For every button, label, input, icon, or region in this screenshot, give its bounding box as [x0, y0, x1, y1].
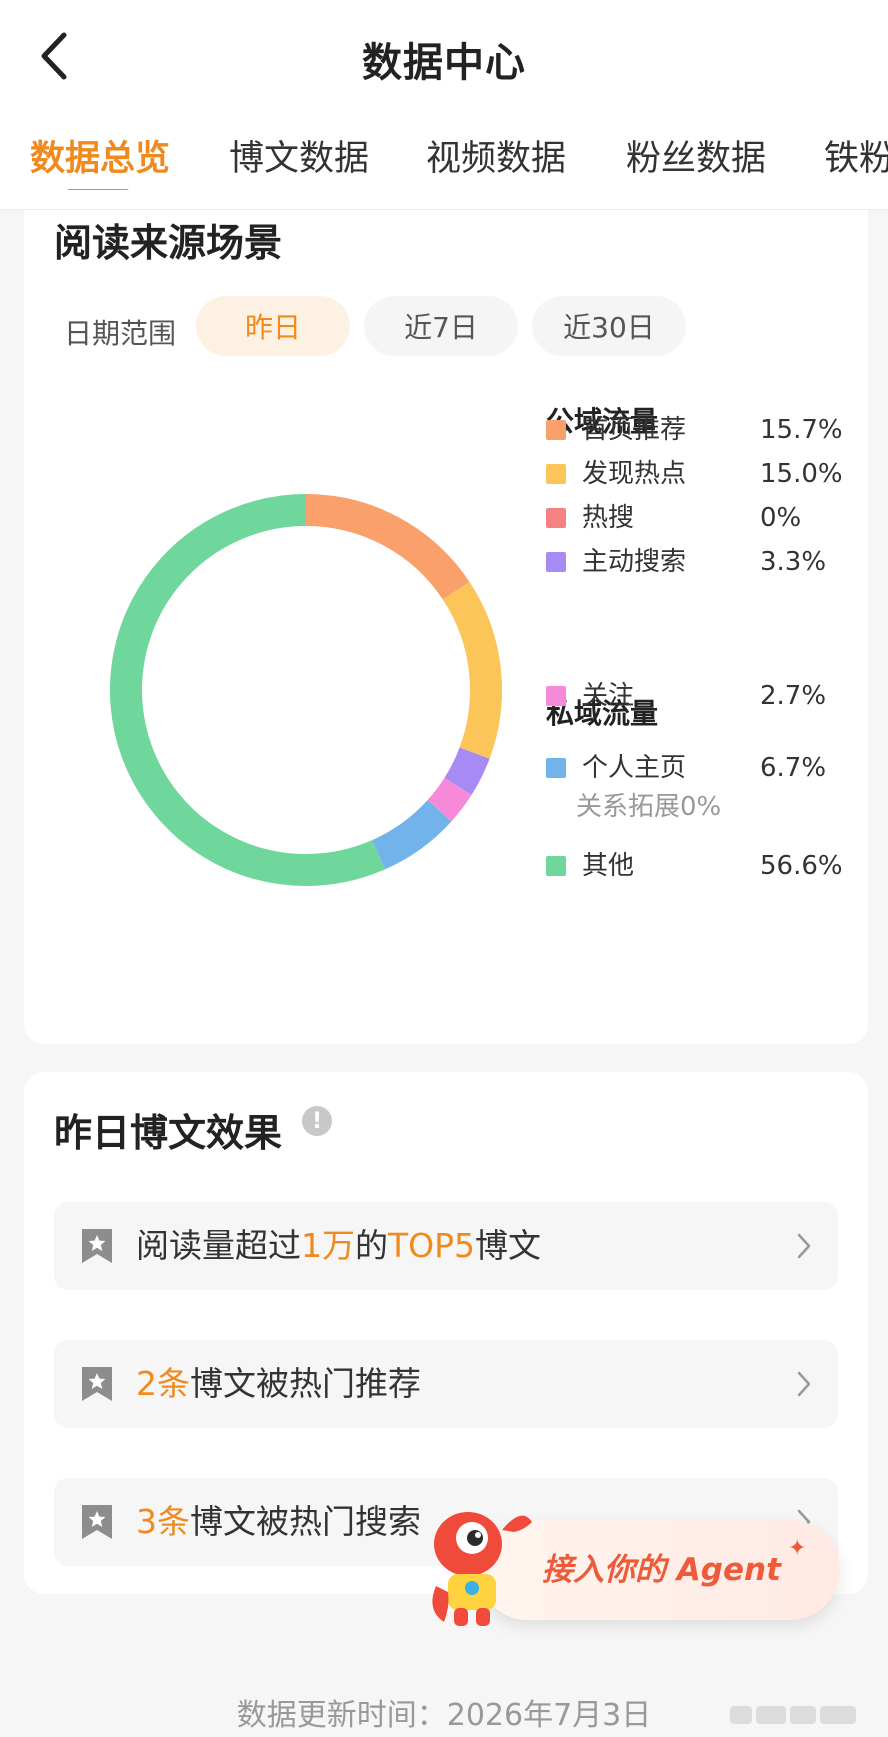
legend-item: 个人主页 6.7%	[546, 750, 846, 786]
tab-active-indicator	[66, 189, 130, 190]
tab-fan-data[interactable]: 粉丝数据	[626, 130, 766, 181]
chevron-right-icon	[797, 1371, 811, 1397]
post-row-text: 2条博文被热门推荐	[136, 1340, 421, 1428]
legend-item: 发现热点 15.0%	[546, 456, 846, 492]
legend-swatch	[546, 758, 566, 778]
bookmark-star-icon	[82, 1505, 112, 1539]
legend-item: 关注 2.7%	[546, 678, 846, 714]
chevron-right-icon	[797, 1233, 811, 1259]
tab-overview[interactable]: 数据总览	[30, 130, 170, 181]
legend-value: 15.7%	[760, 415, 843, 445]
post-row-hot-recommend[interactable]: 2条博文被热门推荐	[54, 1340, 838, 1428]
date-range-label: 日期范围	[64, 317, 177, 350]
highlight-text: 3条	[136, 1502, 190, 1541]
tab-bar: 数据总览 博文数据 视频数据 粉丝数据 铁粉	[0, 130, 888, 190]
row-text: 的	[355, 1226, 388, 1265]
donut-slice-4	[427, 777, 472, 822]
watermark	[730, 1702, 870, 1728]
date-option-yesterday[interactable]: 昨日	[196, 296, 350, 356]
bookmark-star-icon	[82, 1229, 112, 1263]
donut-slice-5	[371, 799, 452, 870]
legend-swatch	[546, 464, 566, 484]
legend-item: 主动搜索 3.3%	[546, 544, 846, 580]
legend-value: 2.7%	[760, 681, 827, 711]
legend-swatch	[546, 420, 566, 440]
info-icon[interactable]: !	[302, 1106, 332, 1136]
tab-post-data[interactable]: 博文数据	[229, 130, 369, 181]
lobster-mascot-icon	[432, 1512, 532, 1626]
date-option-7-days[interactable]: 近7日	[364, 296, 518, 356]
top-bar: 数据中心 数据总览 博文数据 视频数据 粉丝数据 铁粉	[0, 0, 888, 210]
legend-swatch	[546, 686, 566, 706]
donut-slice-3	[444, 747, 490, 796]
bookmark-star-icon	[82, 1367, 112, 1401]
sparkle-icon: ✦	[788, 1536, 807, 1561]
traffic-section-title: 阅读来源场景	[54, 221, 283, 265]
post-effect-title: 昨日博文效果	[54, 1111, 283, 1155]
row-text: 博文被热门推荐	[190, 1364, 421, 1403]
legend-label: 主动搜索	[582, 547, 687, 577]
tab-video-data[interactable]: 视频数据	[426, 130, 566, 181]
donut-slice-0	[305, 494, 470, 600]
legend-label: 关注	[582, 681, 635, 711]
donut-slice-6	[110, 494, 385, 886]
row-text: 阅读量超过	[136, 1226, 301, 1265]
highlight-text: 1万	[301, 1226, 355, 1265]
legend-value: 6.7%	[760, 753, 827, 783]
traffic-source-card: 阅读来源场景 日期范围 昨日 近7日 近30日 公域流量 私域流量 关系拓展0%…	[24, 150, 868, 1044]
highlight-text: TOP5	[388, 1226, 476, 1265]
legend-label: 个人主页	[582, 753, 687, 783]
row-text: 博文被热门搜索	[190, 1502, 421, 1541]
legend-swatch	[546, 508, 566, 528]
tab-iron-fans[interactable]: 铁粉	[824, 130, 888, 181]
legend-item: 热搜 0%	[546, 500, 846, 536]
legend-value: 0%	[760, 503, 802, 533]
agent-banner-label: 接入你的 Agent	[542, 1552, 781, 1588]
donut-slice-1	[442, 581, 502, 759]
legend-label: 其他	[582, 851, 635, 881]
page-title: 数据中心	[362, 40, 526, 86]
legend-label: 首页推荐	[582, 415, 687, 445]
legend-label: 发现热点	[582, 459, 687, 489]
legend-swatch	[546, 856, 566, 876]
row-text: 博文	[475, 1226, 542, 1265]
relation-expand-note: 关系拓展0%	[576, 792, 722, 822]
legend-value: 56.6%	[760, 851, 843, 881]
legend-value: 3.3%	[760, 547, 827, 577]
date-option-30-days[interactable]: 近30日	[532, 296, 686, 356]
post-row-text: 3条博文被热门搜索	[136, 1478, 421, 1566]
legend-item: 其他 56.6%	[546, 848, 846, 884]
highlight-text: 2条	[136, 1364, 190, 1403]
post-row-text: 阅读量超过1万的TOP5博文	[136, 1202, 541, 1290]
legend-swatch	[546, 552, 566, 572]
post-row-top5[interactable]: 阅读量超过1万的TOP5博文	[54, 1202, 838, 1290]
traffic-donut-chart	[110, 494, 502, 886]
legend-value: 15.0%	[760, 459, 843, 489]
legend-label: 热搜	[582, 503, 635, 533]
legend-item: 首页推荐 15.7%	[546, 412, 846, 448]
